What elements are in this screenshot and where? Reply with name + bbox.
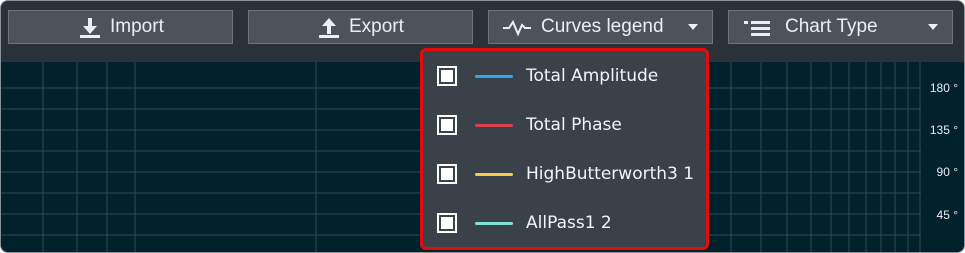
y-tick-label: 135 ° (929, 123, 958, 137)
series-color-swatch (475, 172, 513, 176)
series-color-swatch (475, 221, 513, 225)
series-color-swatch (475, 123, 513, 127)
curves-legend-menu: Total Amplitude Total Phase HighButterwo… (420, 48, 709, 250)
chevron-down-icon (928, 23, 938, 31)
curves-legend-dropdown[interactable]: Curves legend (488, 10, 713, 44)
toolbar: Import Export Curves legend Chart Type (1, 1, 964, 53)
y-tick-label: 180 ° (929, 81, 958, 95)
checkbox[interactable] (437, 66, 457, 86)
legend-item-total-phase[interactable]: Total Phase (423, 107, 706, 143)
y-tick-label: 45 ° (936, 208, 958, 222)
curves-legend-label: Curves legend (541, 16, 664, 37)
download-icon (79, 17, 101, 39)
y-tick-label: 90 ° (936, 165, 958, 179)
upload-icon (318, 17, 340, 39)
list-icon (742, 19, 772, 37)
checkbox[interactable] (437, 164, 457, 184)
checkbox[interactable] (437, 213, 457, 233)
import-label: Import (110, 16, 164, 37)
legend-item-label: Total Amplitude (526, 66, 659, 86)
series-color-swatch (475, 74, 513, 78)
waveform-icon (502, 19, 532, 37)
legend-item-allpass1-2[interactable]: AllPass1 2 (423, 205, 706, 241)
checkbox[interactable] (437, 115, 457, 135)
legend-item-highbutterworth3-1[interactable]: HighButterworth3 1 (423, 156, 706, 192)
chart-type-dropdown[interactable]: Chart Type (728, 10, 953, 44)
export-label: Export (349, 16, 404, 37)
legend-item-label: AllPass1 2 (526, 213, 612, 233)
chevron-down-icon (688, 23, 698, 31)
legend-item-label: Total Phase (526, 115, 622, 135)
import-button[interactable]: Import (8, 10, 233, 44)
window-frame: Import Export Curves legend Chart Type 1… (0, 0, 965, 253)
legend-item-label: HighButterworth3 1 (526, 164, 695, 184)
chart-type-label: Chart Type (785, 16, 878, 37)
legend-item-total-amplitude[interactable]: Total Amplitude (423, 58, 706, 94)
export-button[interactable]: Export (248, 10, 473, 44)
